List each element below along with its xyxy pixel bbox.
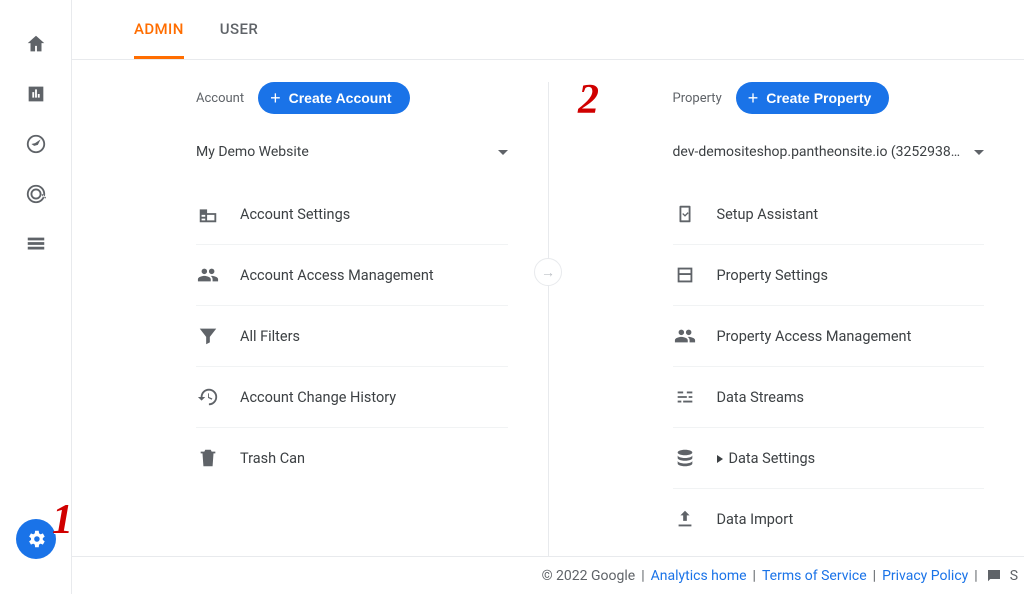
property-access-management-item[interactable]: Property Access Management bbox=[673, 306, 985, 367]
menu-item-label: Account Settings bbox=[240, 206, 350, 223]
checklist-icon bbox=[673, 202, 697, 226]
history-icon bbox=[196, 385, 220, 409]
account-column: Account + Create Account My Demo Website… bbox=[72, 82, 548, 559]
menu-item-label: Account Change History bbox=[240, 389, 396, 406]
admin-columns: Account + Create Account My Demo Website… bbox=[72, 60, 1024, 559]
footer-send-feedback-cutoff: S bbox=[1010, 568, 1018, 584]
create-account-button-label: Create Account bbox=[289, 90, 392, 106]
left-nav-rail bbox=[0, 0, 72, 594]
streams-icon bbox=[673, 385, 697, 409]
main-content: ADMIN USER Account + Create Account My D… bbox=[72, 0, 1024, 594]
explore-icon[interactable] bbox=[16, 124, 56, 164]
account-change-history-item[interactable]: Account Change History bbox=[196, 367, 508, 428]
account-selector-value: My Demo Website bbox=[196, 144, 309, 160]
create-account-button[interactable]: + Create Account bbox=[258, 82, 409, 114]
account-settings-item[interactable]: Account Settings bbox=[196, 184, 508, 245]
property-column: Property + Create Property dev-demosites… bbox=[549, 82, 1024, 559]
setup-assistant-item[interactable]: Setup Assistant bbox=[673, 184, 985, 245]
target-icon[interactable] bbox=[16, 174, 56, 214]
database-icon bbox=[673, 446, 697, 470]
plus-icon: + bbox=[748, 89, 759, 107]
menu-item-label: Data Settings bbox=[729, 450, 816, 467]
menu-item-label: Account Access Management bbox=[240, 267, 434, 284]
footer-bar: © 2022 Google | Analytics home | Terms o… bbox=[72, 556, 1024, 594]
plus-icon: + bbox=[270, 89, 281, 107]
property-settings-item[interactable]: Property Settings bbox=[673, 245, 985, 306]
menu-item-label: Trash Can bbox=[240, 450, 305, 467]
upload-icon bbox=[673, 507, 697, 531]
menu-item-label: Data Streams bbox=[717, 389, 805, 406]
data-import-item[interactable]: Data Import bbox=[673, 489, 985, 549]
menu-item-label: Property Settings bbox=[717, 267, 828, 284]
trash-icon bbox=[196, 446, 220, 470]
footer-link-analytics-home[interactable]: Analytics home bbox=[651, 568, 747, 584]
settings-gear-button[interactable] bbox=[16, 519, 56, 559]
people-icon bbox=[673, 324, 697, 348]
property-selector[interactable]: dev-demositeshop.pantheonsite.io (325293… bbox=[673, 140, 985, 168]
menu-item-label: Setup Assistant bbox=[717, 206, 819, 223]
filter-icon bbox=[196, 324, 220, 348]
data-settings-item[interactable]: Data Settings bbox=[673, 428, 985, 489]
all-filters-item[interactable]: All Filters bbox=[196, 306, 508, 367]
tab-admin[interactable]: ADMIN bbox=[134, 20, 184, 59]
create-property-button[interactable]: + Create Property bbox=[736, 82, 890, 114]
menu-item-label: Property Access Management bbox=[717, 328, 912, 345]
menu-item-label: Data Import bbox=[717, 511, 794, 528]
account-selector[interactable]: My Demo Website bbox=[196, 140, 508, 168]
account-header-label: Account bbox=[196, 91, 244, 106]
footer-link-terms[interactable]: Terms of Service bbox=[762, 568, 867, 584]
account-menu-list: Account Settings Account Access Manageme… bbox=[196, 184, 508, 488]
feedback-icon[interactable] bbox=[984, 566, 1004, 586]
property-menu-list: Setup Assistant Property Settings Proper… bbox=[673, 184, 985, 549]
menu-item-label: All Filters bbox=[240, 328, 300, 345]
list-icon[interactable] bbox=[16, 224, 56, 264]
chevron-down-icon bbox=[974, 150, 984, 155]
reports-icon[interactable] bbox=[16, 74, 56, 114]
admin-tabs: ADMIN USER bbox=[72, 0, 1024, 60]
tab-user[interactable]: USER bbox=[220, 20, 258, 59]
layout-icon bbox=[673, 263, 697, 287]
create-property-button-label: Create Property bbox=[766, 90, 871, 106]
footer-copyright: © 2022 Google bbox=[542, 568, 636, 584]
expand-caret-icon bbox=[717, 455, 723, 463]
building-icon bbox=[196, 202, 220, 226]
footer-link-privacy[interactable]: Privacy Policy bbox=[882, 568, 968, 584]
account-access-management-item[interactable]: Account Access Management bbox=[196, 245, 508, 306]
home-icon[interactable] bbox=[16, 24, 56, 64]
column-nav-right[interactable]: → bbox=[534, 258, 562, 286]
trash-can-item[interactable]: Trash Can bbox=[196, 428, 508, 488]
data-streams-item[interactable]: Data Streams bbox=[673, 367, 985, 428]
chevron-down-icon bbox=[498, 150, 508, 155]
property-header-label: Property bbox=[673, 91, 722, 106]
people-icon bbox=[196, 263, 220, 287]
property-selector-value: dev-demositeshop.pantheonsite.io (325293… bbox=[673, 144, 961, 160]
